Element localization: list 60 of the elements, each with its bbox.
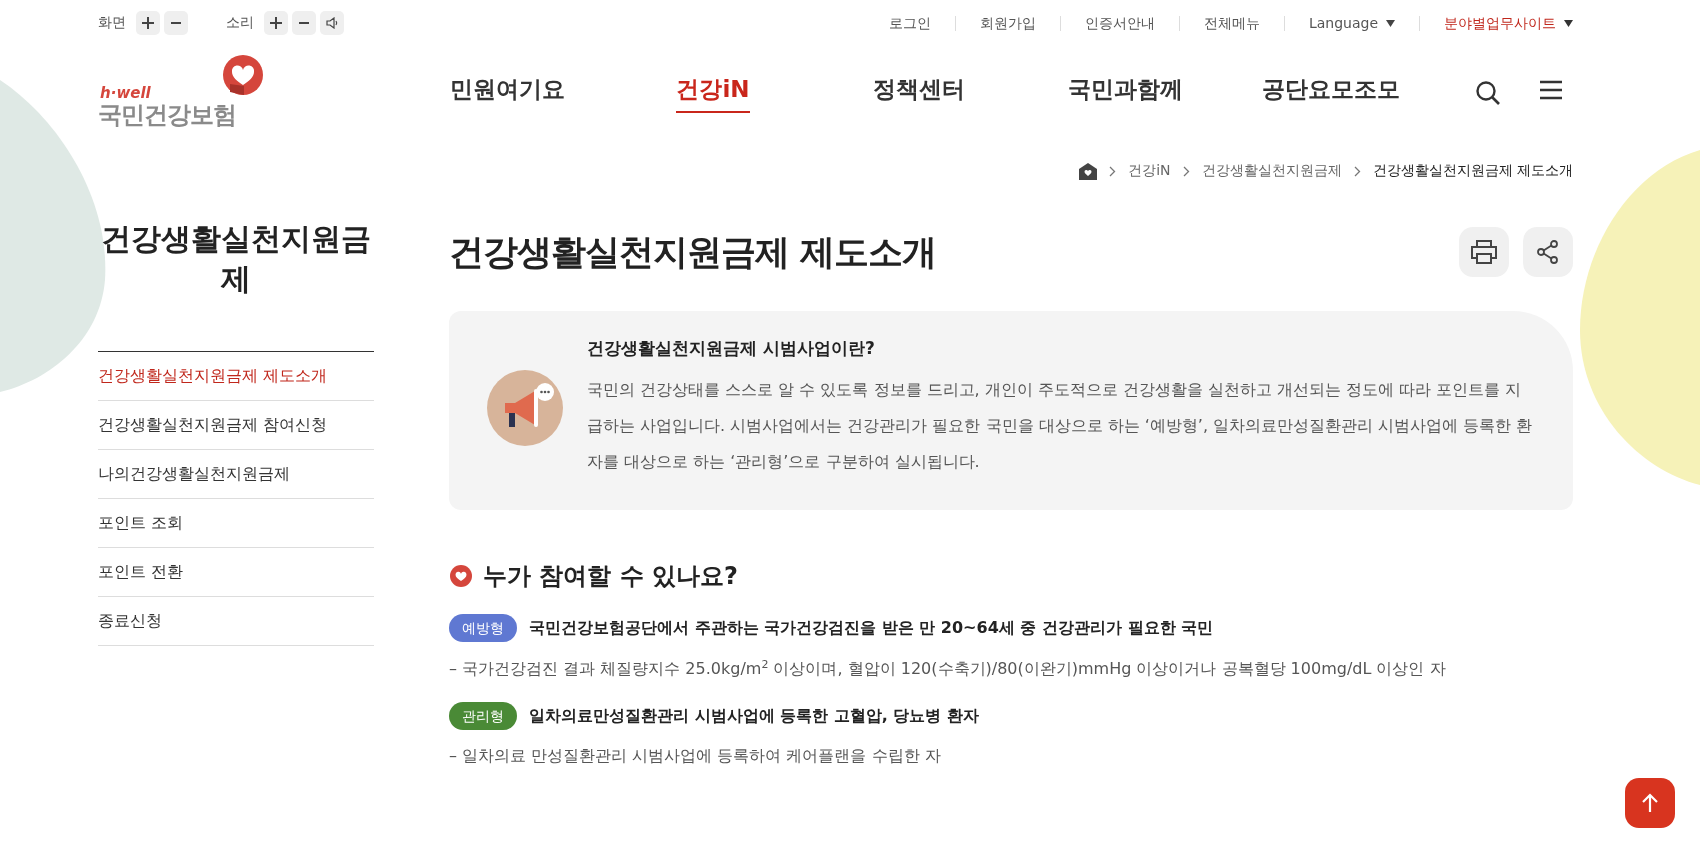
printer-icon: [1471, 240, 1497, 264]
page-title: 건강생활실천지원금제 제도소개: [449, 230, 937, 274]
sidebar-title: 건강생활실천지원금제: [98, 219, 374, 352]
site-dropdown[interactable]: 분야별업무사이트: [1419, 15, 1573, 31]
nav-tab[interactable]: 민원여기요: [404, 73, 610, 113]
eligibility-text: 국민건강보험공단에서 주관하는 국가건강검진을 받은 만 20~64세 중 건강관리가 필요한 국민: [529, 617, 1214, 639]
search-button[interactable]: [1475, 80, 1501, 106]
utility-link[interactable]: 로그인: [864, 15, 955, 31]
nav-tab[interactable]: 건강iN: [610, 73, 816, 113]
share-button[interactable]: [1523, 227, 1573, 277]
sidebar-item[interactable]: 건강생활실천지원금제 참여신청: [98, 401, 374, 450]
logo[interactable]: h·well 국민건강보험: [98, 58, 404, 128]
type-tag: 예방형: [449, 614, 517, 642]
section-heading: 누가 참여할 수 있나요?: [483, 561, 738, 592]
menu-icon: [1539, 80, 1563, 100]
arrow-up-icon: [1641, 793, 1659, 813]
megaphone-icon: [487, 369, 563, 446]
zoom-out-button[interactable]: [164, 11, 188, 35]
sidebar-item[interactable]: 포인트 전환: [98, 548, 374, 597]
dropdown-triangle-icon: [1564, 19, 1573, 27]
chevron-right-icon: [1182, 165, 1190, 177]
share-icon: [1537, 240, 1559, 264]
info-text: 국민의 건강상태를 스스로 알 수 있도록 정보를 드리고, 개인이 주도적으로 건강생활을 실천하고 개선되는 정도에 따라 포인트를 지급하는 사업입니다. 시범사업에서는 건강관리가 필요한 국민을 대상으로 하는 ‘예방형’, 일차의료만성질환관리 시범사업에 등록한 환자를 대상으로 하는 ‘관리형’으로 구분하여 실시됩니다.: [587, 379, 1533, 473]
utility-link[interactable]: 전체메뉴: [1178, 15, 1284, 31]
dropdown-triangle-icon: [1386, 19, 1395, 27]
criteria-text: – 일차의료 만성질환관리 시범사업에 등록하여 케어플랜을 수립한 자: [449, 746, 942, 768]
sidebar-item[interactable]: 포인트 조회: [98, 499, 374, 548]
nav-tab[interactable]: 국민과함께: [1022, 73, 1228, 113]
chevron-right-icon: [1109, 165, 1117, 177]
speaker-button[interactable]: [320, 11, 344, 35]
nav-tab[interactable]: 공단요모조모: [1228, 73, 1434, 113]
eligibility-text: 일차의료만성질환관리 시범사업에 등록한 고혈압, 당뇨병 환자: [529, 705, 979, 727]
sidebar-item[interactable]: 종료신청: [98, 597, 374, 646]
minus-icon: [299, 22, 309, 24]
plus-icon: [142, 17, 154, 29]
speaker-icon: [325, 17, 339, 29]
search-icon: [1475, 80, 1501, 106]
minus-icon: [171, 22, 181, 24]
plus-icon: [270, 17, 282, 29]
control-label: 소리: [226, 14, 254, 32]
sidebar-item[interactable]: 나의건강생활실천지원금제: [98, 450, 374, 499]
info-title: 건강생활실천지원금제 시범사업이란?: [587, 337, 876, 360]
control-label: 화면: [98, 14, 126, 32]
chevron-right-icon: [1353, 165, 1361, 177]
sidebar-item[interactable]: 건강생활실천지원금제 제도소개: [98, 352, 374, 401]
zoom-in-button[interactable]: [136, 11, 160, 35]
print-button[interactable]: [1459, 227, 1509, 277]
nav-tab[interactable]: 정책센터: [816, 73, 1022, 113]
criteria-text: – 국가건강검진 결과 체질량지수 25.0kg/m$^{2}$ 이상이며, 혈압이 120(수축기)/80(이완기)mmHg 이상이거나 공복혈당 100mg/dL 이상인 자: [449, 658, 1447, 681]
breadcrumb-link[interactable]: 건강생활실천지원금제 제도소개: [1372, 162, 1573, 180]
scroll-top-button[interactable]: [1625, 778, 1675, 828]
language-dropdown[interactable]: Language: [1283, 15, 1419, 31]
breadcrumb-link[interactable]: 건강생활실천지원금제: [1201, 162, 1342, 180]
utility-link[interactable]: 회원가입: [954, 15, 1060, 31]
utility-link[interactable]: 인증서안내: [1059, 15, 1179, 31]
volume-up-button[interactable]: [264, 11, 288, 35]
breadcrumb-link[interactable]: 건강iN: [1128, 162, 1171, 180]
volume-down-button[interactable]: [292, 11, 316, 35]
home-icon[interactable]: [1079, 162, 1098, 180]
type-tag: 관리형: [449, 702, 517, 731]
